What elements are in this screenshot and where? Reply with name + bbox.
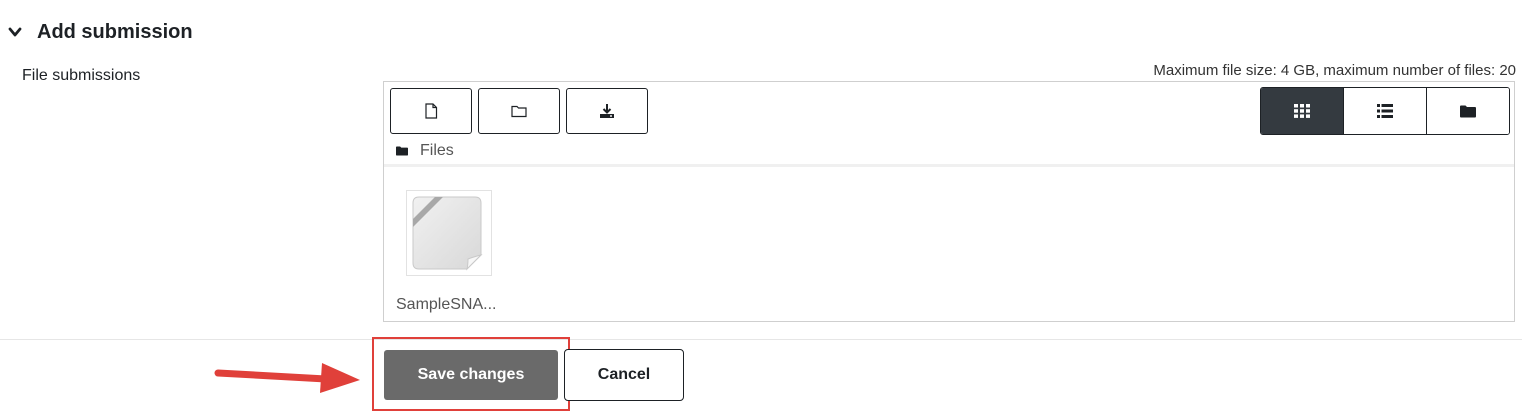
section-toggle[interactable]: Add submission [8, 20, 208, 44]
file-manager-toolbar: Files [384, 82, 1514, 165]
file-limits-text: Maximum file size: 4 GB, maximum number … [1153, 62, 1516, 79]
download-button[interactable] [566, 88, 648, 134]
grid-icon [1294, 104, 1310, 118]
download-icon [600, 104, 614, 118]
generic-file-icon [412, 196, 483, 271]
cancel-button[interactable]: Cancel [564, 349, 684, 401]
divider [0, 339, 1522, 340]
save-changes-button[interactable]: Save changes [384, 350, 558, 400]
add-file-button[interactable] [390, 88, 472, 134]
list-icon [1377, 104, 1393, 118]
icons-view-button[interactable] [1261, 88, 1343, 134]
breadcrumb: Files [396, 142, 454, 160]
tree-view-button[interactable] [1426, 88, 1509, 134]
file-name: SampleSNA... [396, 296, 497, 313]
folder-filled-icon [1460, 105, 1476, 117]
folder-icon [511, 105, 527, 118]
file-manager: Files SampleSNA... [383, 81, 1515, 322]
create-folder-button[interactable] [478, 88, 560, 134]
divider [384, 164, 1514, 167]
file-thumbnail [406, 190, 492, 276]
view-switcher [1260, 87, 1510, 135]
breadcrumb-files-label: Files [420, 142, 454, 159]
file-item[interactable]: SampleSNA... [394, 188, 504, 318]
section-title: Add submission [37, 20, 193, 43]
arrow-right-icon [214, 363, 360, 393]
chevron-down-icon [8, 27, 22, 37]
file-icon [425, 103, 438, 119]
folder-filled-icon [396, 146, 408, 156]
details-view-button[interactable] [1343, 88, 1426, 134]
file-submissions-label: File submissions [22, 67, 141, 84]
